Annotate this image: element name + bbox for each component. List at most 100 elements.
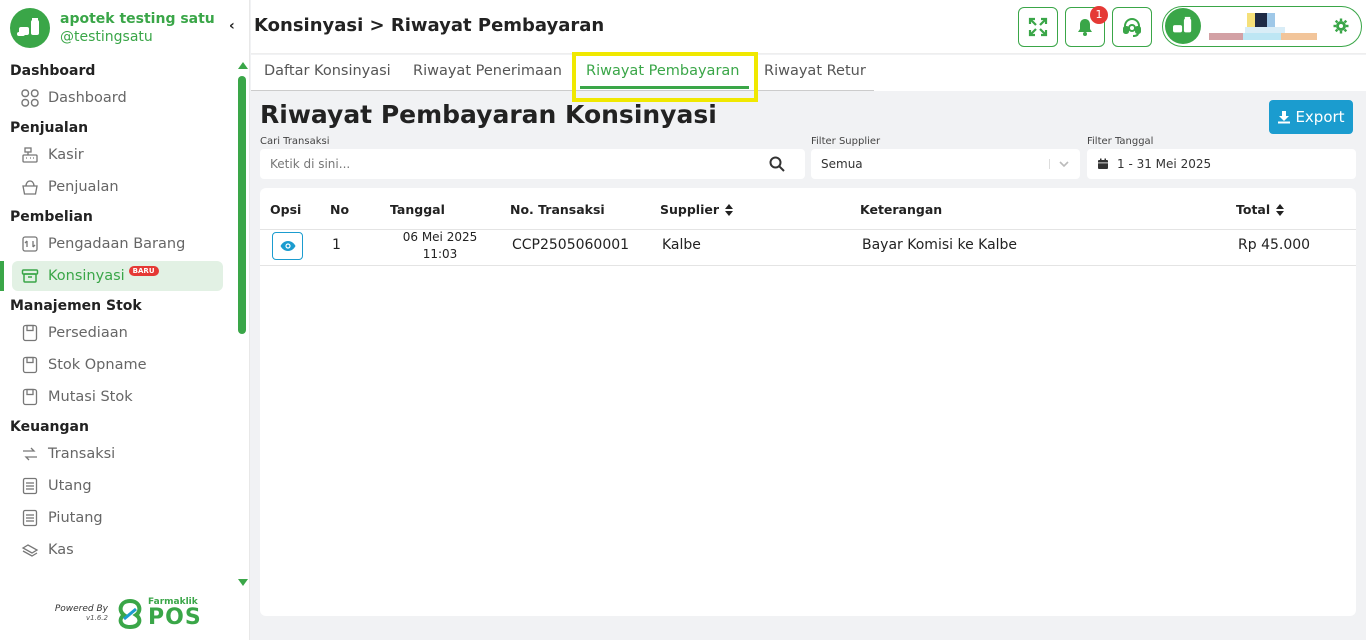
sidebar-item-utang[interactable]: Utang: [12, 471, 223, 501]
cell-date: 06 Mei 2025: [402, 230, 478, 244]
sort-icon[interactable]: [1276, 203, 1285, 216]
select-separator: [1049, 159, 1050, 169]
brand: apotek testing satu @testingsatu: [10, 8, 215, 48]
tab-riwayat-retur[interactable]: Riwayat Retur: [764, 63, 866, 79]
tab-riwayat-pembayaran[interactable]: Riwayat Pembayaran: [586, 63, 739, 79]
gear-icon[interactable]: [1333, 18, 1349, 34]
sidebar-item-kas[interactable]: Kas: [12, 535, 223, 565]
sidebar-item-label: Mutasi Stok: [48, 389, 133, 405]
transfer-icon: [20, 444, 40, 464]
sidebar-item-mutasi-stok[interactable]: Mutasi Stok: [12, 382, 223, 412]
sidebar-item-transaksi[interactable]: Transaksi: [12, 439, 223, 469]
stock-mutation-icon: [20, 387, 40, 407]
sidebar-item-stok-opname[interactable]: Stok Opname: [12, 350, 223, 380]
sidebar-item-label: Pengadaan Barang: [48, 236, 186, 252]
collapse-sidebar-chevron-icon[interactable]: ‹: [229, 18, 235, 34]
sidebar-item-kasir[interactable]: Kasir: [12, 140, 223, 170]
brand-name: apotek testing satu: [60, 10, 215, 27]
new-badge: BARU: [128, 266, 159, 276]
sidebar-item-label: Kas: [48, 542, 74, 558]
redacted-user-info: [1209, 13, 1317, 40]
export-label: Export: [1295, 108, 1345, 126]
cell-supplier: Kalbe: [662, 237, 701, 253]
basket-icon: [20, 177, 40, 197]
section-manajemen-stok: Manajemen Stok: [10, 298, 142, 314]
procurement-icon: [20, 234, 40, 254]
scroll-thumb[interactable]: [238, 76, 246, 334]
grid-icon: [20, 88, 40, 108]
active-tab-underline: [580, 86, 749, 89]
export-button[interactable]: Export: [1269, 100, 1353, 134]
sidebar-item-label: Piutang: [48, 510, 103, 526]
section-dashboard: Dashboard: [10, 63, 96, 79]
search-icon[interactable]: [769, 156, 785, 172]
user-profile-button[interactable]: [1162, 6, 1362, 47]
column-header-no: No: [330, 202, 350, 217]
active-indicator: [0, 261, 4, 291]
fullscreen-button[interactable]: [1018, 7, 1058, 47]
sidebar-item-konsinyasi[interactable]: Konsinyasi BARU: [0, 261, 223, 291]
sidebar-item-label: Kasir: [48, 147, 84, 163]
sidebar: apotek testing satu @testingsatu ‹ Dashb…: [0, 0, 250, 640]
sidebar-scrollbar[interactable]: [236, 60, 248, 588]
sidebar-item-persediaan[interactable]: Persediaan: [12, 318, 223, 348]
stock-opname-icon: [20, 355, 40, 375]
transactions-table: Opsi No Tanggal No. Transaksi Supplier K…: [260, 188, 1356, 616]
section-penjualan: Penjualan: [10, 120, 89, 136]
headset-icon: [1123, 18, 1141, 37]
supplier-selected-value: Semua: [821, 157, 863, 171]
brand-handle: @testingsatu: [60, 29, 153, 45]
column-header-opsi: Opsi: [270, 202, 302, 217]
supplier-filter-label: Filter Supplier: [811, 136, 881, 147]
product-name-big: POS: [148, 605, 202, 630]
box-icon: [20, 266, 40, 286]
inventory-icon: [20, 323, 40, 343]
search-placeholder: Ketik di sini...: [270, 157, 351, 171]
date-filter-label: Filter Tanggal: [1087, 136, 1154, 147]
cash-icon: [20, 540, 40, 560]
search-label: Cari Transaksi: [260, 136, 330, 147]
page-title: Konsinyasi > Riwayat Pembayaran: [254, 15, 605, 36]
tab-bar: Daftar Konsinyasi Riwayat Penerimaan Riw…: [251, 55, 1366, 91]
column-header-supplier[interactable]: Supplier: [660, 202, 734, 217]
sidebar-item-label: Utang: [48, 478, 92, 494]
date-range-input[interactable]: 1 - 31 Mei 2025: [1087, 149, 1356, 179]
sidebar-item-label: Dashboard: [48, 90, 127, 106]
column-header-label: Total: [1236, 202, 1271, 217]
section-pembelian: Pembelian: [10, 209, 93, 225]
sidebar-item-label: Stok Opname: [48, 357, 147, 373]
avatar: [1165, 8, 1201, 44]
eye-icon: [280, 241, 295, 251]
sidebar-item-label: Penjualan: [48, 179, 119, 195]
cash-register-icon: [20, 145, 40, 165]
tab-riwayat-penerimaan[interactable]: Riwayat Penerimaan: [413, 63, 562, 79]
notifications-button[interactable]: 1: [1065, 6, 1108, 47]
search-input[interactable]: Ketik di sini...: [260, 149, 805, 179]
receipt-icon: [20, 476, 40, 496]
sidebar-item-pengadaan-barang[interactable]: Pengadaan Barang: [12, 229, 223, 259]
scroll-down-arrow-icon[interactable]: [238, 579, 248, 586]
cell-keterangan: Bayar Komisi ke Kalbe: [862, 237, 1018, 253]
view-detail-button[interactable]: [272, 232, 303, 260]
farmaklik-logo: Farmaklik POS: [116, 598, 202, 629]
column-header-total[interactable]: Total: [1236, 202, 1285, 217]
sidebar-item-label: Persediaan: [48, 325, 128, 341]
date-range-value: 1 - 31 Mei 2025: [1117, 157, 1212, 171]
sidebar-item-penjualan[interactable]: Penjualan: [12, 172, 223, 202]
tab-daftar-konsinyasi[interactable]: Daftar Konsinyasi: [264, 63, 391, 79]
sidebar-item-piutang[interactable]: Piutang: [12, 503, 223, 533]
support-button[interactable]: [1112, 7, 1152, 47]
tab-baseline: [251, 90, 874, 91]
sidebar-item-dashboard[interactable]: Dashboard: [12, 83, 223, 113]
powered-by: Powered By v1.6.2 Farmaklik POS: [50, 598, 202, 629]
column-header-label: Supplier: [660, 202, 720, 217]
scroll-up-arrow-icon[interactable]: [238, 62, 248, 69]
sidebar-item-label: Transaksi: [48, 446, 116, 462]
cell-tanggal: 06 Mei 2025 11:03: [400, 229, 480, 264]
calendar-icon: [1098, 158, 1108, 169]
supplier-select[interactable]: Semua: [811, 149, 1080, 179]
sort-icon[interactable]: [725, 203, 734, 216]
row-divider: [260, 265, 1356, 266]
receipt-icon: [20, 508, 40, 528]
column-header-no-transaksi: No. Transaksi: [510, 202, 605, 217]
